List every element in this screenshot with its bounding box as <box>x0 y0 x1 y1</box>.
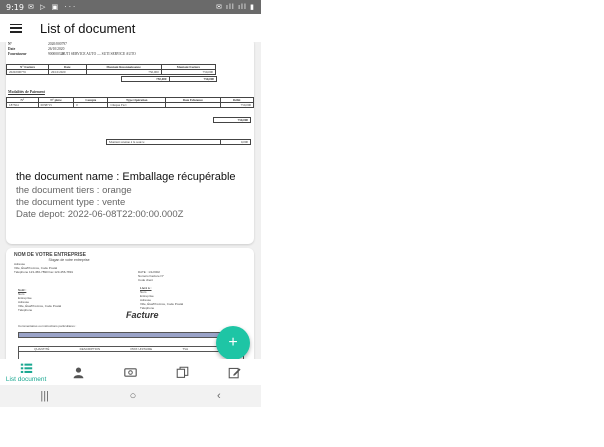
doc-sum-table: 750,000 750,000 <box>121 76 217 82</box>
doc-payment-table: N° N° pièce Compte Type Opération Date E… <box>6 97 254 108</box>
nav-item-profile[interactable] <box>52 359 104 385</box>
invoice-bill-to: Sold : Nom Entreprise Adresse Ville, Éta… <box>18 288 62 312</box>
document-tiers: the document tiers : orange <box>16 185 132 196</box>
recent-apps-button[interactable]: ||| <box>40 390 49 402</box>
nav-item-money[interactable] <box>104 359 156 385</box>
invoice-items-grid: QUANTITÉ DESCRIPTION PRIX UNITAIRE TVA T… <box>18 346 244 359</box>
doc-invoice-table: N° Facture Date Montant Reconnaissance M… <box>6 64 217 75</box>
document-meta: the document name : Emballage récupérabl… <box>6 170 254 221</box>
home-button[interactable]: ○ <box>130 390 137 402</box>
money-icon <box>124 367 137 377</box>
status-time: 9:19 <box>6 2 24 12</box>
system-status-icons: ✉ ıll ıll ▮ <box>215 3 255 11</box>
app-bar: List of document <box>0 14 261 42</box>
list-icon <box>20 363 32 373</box>
page-title: List of document <box>40 20 136 36</box>
invoice-preview-image: NOM DE VOTRE ENTREPRISE Slogan de votre … <box>6 248 254 359</box>
invoice-comments: Commentaires ou instructions particulièr… <box>18 324 77 328</box>
add-document-button[interactable]: + <box>216 326 250 360</box>
status-bar: 9:19 ✉ ▷ ▣ ··· ✉ ıll ıll ▮ <box>0 0 261 14</box>
doc-modalities-title: Modalités de Paiement <box>8 90 45 94</box>
document-card[interactable]: N° 2020/000797 Date 26/10/2020 Fournisseur… <box>6 42 254 244</box>
doc-payment-total: 750,000 <box>213 117 251 123</box>
doc-info: N° 2020/000797 Date 26/10/2020 Fournisseur… <box>8 42 67 57</box>
doc-return-table: Montant retenue à la source 0,000 <box>106 139 251 145</box>
doc-vendor: SUTI SERVICE AUTO — SUTI SERVICE AUTO <box>62 52 136 56</box>
documents-icon <box>176 366 189 378</box>
document-preview-image: N° 2020/000797 Date 26/10/2020 Fournisseur… <box>6 42 254 166</box>
document-type: the document type : vente <box>16 197 126 208</box>
invoice-date-block: DATE : 1/1/2002 Numéro Facture N° Code c… <box>138 270 164 282</box>
notification-icons: ✉ ▷ ▣ ··· <box>27 3 78 11</box>
back-button[interactable]: ‹ <box>217 390 221 402</box>
menu-icon[interactable] <box>10 23 22 33</box>
invoice-title: Facture <box>126 310 159 320</box>
document-date-depot: Date depot: 2022-06-08T22:00:00.000Z <box>16 209 184 220</box>
invoice-phone: Téléphone 123-456-7890 Fax 123-456-7891 <box>14 270 74 274</box>
phone-screen: 9:19 ✉ ▷ ▣ ··· ✉ ıll ıll ▮ List of docum… <box>0 0 261 407</box>
document-name: the document name : Emballage récupérabl… <box>16 171 236 183</box>
document-list[interactable]: N° 2020/000797 Date 26/10/2020 Fournisseur… <box>0 42 261 359</box>
person-icon <box>73 366 84 378</box>
invoice-ship-to: Livré à : Nom Entreprise Adresse Ville, … <box>140 286 184 310</box>
system-navigation-bar: ||| ○ ‹ <box>0 385 261 407</box>
nav-item-list-document[interactable]: List document <box>0 359 52 385</box>
edit-icon <box>229 367 241 378</box>
nav-label: List document <box>5 375 47 383</box>
nav-item-edit[interactable] <box>209 359 261 385</box>
bottom-navigation: List document <box>0 359 261 385</box>
invoice-header-bar <box>18 332 244 338</box>
nav-item-documents[interactable] <box>157 359 209 385</box>
